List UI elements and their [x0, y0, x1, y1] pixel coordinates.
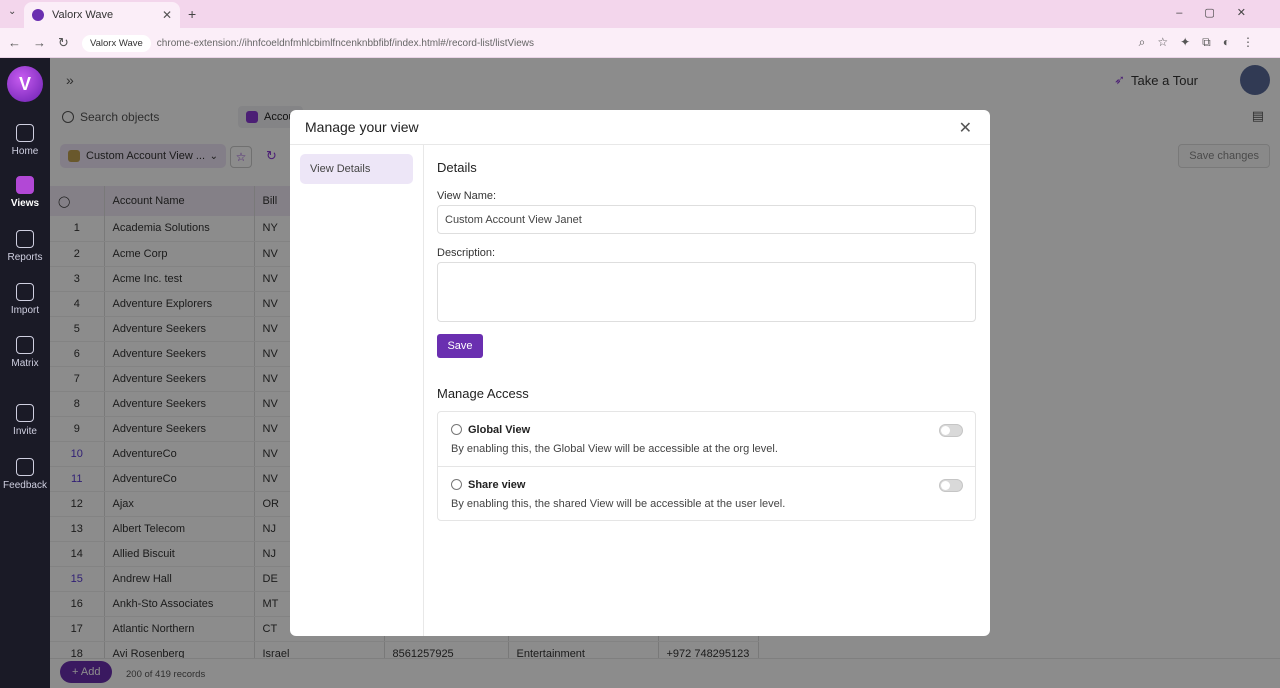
tab-close-icon[interactable]: ✕	[162, 8, 172, 22]
access-settings: Global View By enabling this, the Global…	[437, 411, 976, 521]
dialog-sidebar: View Details	[290, 145, 424, 636]
sidebar-item-label: Matrix	[11, 358, 39, 369]
nav-buttons[interactable]: ←→↻	[8, 35, 81, 51]
matrix-icon	[16, 336, 34, 354]
save-button[interactable]: Save	[437, 334, 483, 358]
global-view-toggle[interactable]	[939, 424, 963, 437]
home-icon	[16, 124, 34, 142]
sidebar-item-invite[interactable]: Invite	[0, 404, 50, 437]
sidebar-item-label: Feedback	[3, 480, 47, 491]
views-icon	[16, 176, 34, 194]
url-path: chrome-extension://ihnfcoeldnfmhlcbimlfn…	[156, 37, 535, 49]
share-view-row: Share view By enabling this, the shared …	[438, 466, 975, 520]
url-field[interactable]: Valorx Wave chrome-extension://ihnfcoeld…	[82, 32, 1142, 54]
browser-tab[interactable]: Valorx Wave ✕	[24, 2, 180, 28]
app-logo[interactable]: V	[7, 66, 43, 102]
sidebar-item-view-details[interactable]: View Details	[300, 154, 413, 184]
sidebar-item-label: Home	[11, 146, 39, 157]
manage-access-heading: Manage Access	[437, 386, 529, 401]
share-view-toggle[interactable]	[939, 479, 963, 492]
dialog-body: Details View Name: Custom Account View J…	[437, 145, 977, 636]
view-name-field[interactable]: Custom Account View Janet	[437, 205, 976, 234]
dialog-header: Manage your view ✕	[290, 110, 990, 145]
global-view-description: By enabling this, the Global View will b…	[451, 443, 778, 455]
window-controls[interactable]: –▢✕	[1176, 6, 1268, 19]
global-view-title: Global View	[468, 424, 531, 436]
new-tab-icon[interactable]: +	[188, 6, 196, 22]
sidebar-item-views[interactable]: Views	[0, 176, 50, 209]
description-label: Description:	[437, 247, 496, 259]
tab-list-chevron-icon[interactable]: ⌄	[8, 6, 16, 17]
browser-tab-bar: ⌄ Valorx Wave ✕ + –▢✕	[0, 0, 1280, 28]
globe-icon	[451, 424, 462, 435]
sidebar-item-import[interactable]: Import	[0, 283, 50, 316]
view-name-label: View Name:	[437, 190, 497, 202]
sidebar-item-label: Reports	[7, 252, 43, 263]
manage-view-dialog: Manage your view ✕ View Details Details …	[290, 110, 990, 636]
close-icon[interactable]: ✕	[959, 118, 972, 138]
description-field[interactable]	[437, 262, 976, 322]
sidebar-item-label: Views	[10, 198, 40, 209]
feedback-icon	[16, 458, 34, 476]
reports-icon	[16, 230, 34, 248]
url-site-chip: Valorx Wave	[82, 34, 151, 52]
global-view-row: Global View By enabling this, the Global…	[438, 412, 975, 466]
sidebar-item-reports[interactable]: Reports	[0, 230, 50, 263]
browser-tab-title: Valorx Wave	[52, 9, 114, 21]
address-bar-icons[interactable]: ⌕☆✦⧉◐⋮	[1139, 35, 1266, 50]
import-icon	[16, 283, 34, 301]
sidebar-item-matrix[interactable]: Matrix	[0, 336, 50, 369]
favicon-icon	[32, 9, 44, 21]
share-view-title: Share view	[468, 479, 526, 491]
sidebar-item-feedback[interactable]: Feedback	[0, 458, 50, 491]
invite-icon	[16, 404, 34, 422]
details-heading: Details	[437, 160, 477, 175]
sidebar-item-label: Invite	[13, 426, 37, 437]
address-bar: ←→↻ Valorx Wave chrome-extension://ihnfc…	[0, 28, 1280, 58]
sidebar-item-home[interactable]: Home	[0, 124, 50, 157]
app-sidebar: V Home Views Reports Import Matrix Invit…	[0, 58, 50, 688]
share-icon	[451, 479, 462, 490]
dialog-title: Manage your view	[305, 119, 419, 135]
sidebar-item-label: Import	[10, 305, 40, 316]
share-view-description: By enabling this, the shared View will b…	[451, 498, 786, 510]
